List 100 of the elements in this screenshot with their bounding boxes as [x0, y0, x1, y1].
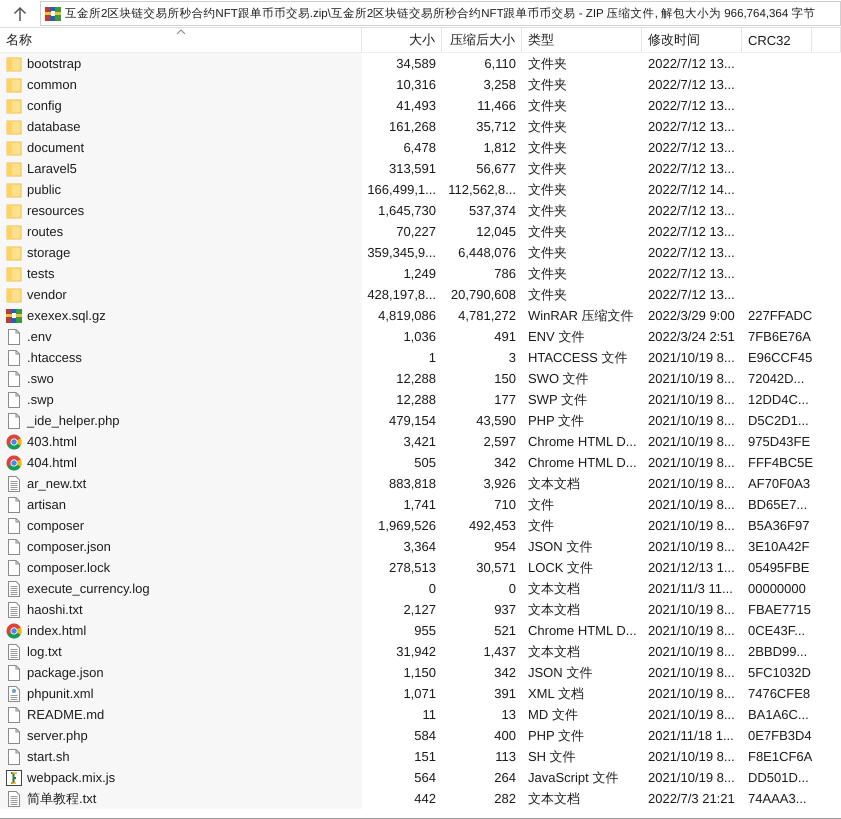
column-header[interactable]: 名称 [0, 28, 362, 52]
file-name-cell[interactable]: resources [0, 200, 362, 221]
file-icon [6, 518, 22, 534]
table-cell-text: 1,645,730 [377, 202, 437, 220]
table-cell-text: 7FB6E76A [747, 328, 812, 346]
file-name-cell[interactable]: vendor [0, 284, 362, 305]
table-cell-text: 2021/10/19 8... [647, 496, 736, 514]
table-cell-text: 428,197,8... [366, 286, 437, 304]
table-cell-text: 文件夹 [527, 264, 568, 282]
table-cell-text: 883,818 [388, 475, 437, 493]
table-cell-text: 文件夹 [527, 118, 568, 136]
folder-icon [6, 160, 22, 176]
table-cell-text: F8E1CF6A [747, 748, 812, 766]
table-cell-text: 2022/7/12 13... [647, 286, 736, 304]
column-header[interactable]: 修改时间 [642, 28, 742, 52]
folder-icon [6, 98, 22, 114]
table-cell-text: 2021/10/19 8... [647, 517, 736, 535]
table-cell-text: 05495FBE [747, 559, 810, 577]
file-name-cell[interactable]: composer.json [0, 536, 362, 557]
file-name: 403.html [27, 434, 77, 449]
table-cell-text: 74AAA3... [747, 790, 808, 808]
table-cell-text: 1,969,526 [377, 517, 437, 535]
file-name-cell[interactable]: start.sh [0, 746, 362, 767]
file-name-cell[interactable]: common [0, 74, 362, 95]
file-name-cell[interactable]: document [0, 137, 362, 158]
folder-icon [6, 182, 22, 198]
file-name-cell[interactable]: composer [0, 515, 362, 536]
table-cell-text: 442 [413, 790, 437, 808]
column-header[interactable]: 类型 [522, 28, 642, 52]
file-name-cell[interactable]: routes [0, 221, 362, 242]
file-name: .htaccess [27, 350, 82, 365]
file-name-cell[interactable]: 简单教程.txt [0, 788, 362, 809]
file-name-cell[interactable]: 403.html [0, 431, 362, 452]
table-cell-text: 975D43FE [747, 433, 812, 451]
table-cell-text: 0E7FB3D4 [747, 727, 812, 745]
table-cell-text: 1,812 [482, 139, 517, 157]
file-name-cell[interactable]: database [0, 116, 362, 137]
file-name-cell[interactable]: Laravel5 [0, 158, 362, 179]
file-name-cell[interactable]: execute_currency.log [0, 578, 362, 599]
file-name-cell[interactable]: server.php [0, 725, 362, 746]
file-name-cell[interactable]: package.json [0, 662, 362, 683]
address-field[interactable]: 互金所2区块链交易所秒合约NFT跟单币币交易.zip\互金所2区块链交易所秒合约NFT跟单币币交易 - ZIP 压缩文件, 解包大小为 966,764,364 字节 [40, 1, 841, 26]
table-cell-text: 31,942 [395, 643, 437, 661]
archive-icon [6, 308, 22, 324]
file-name-cell[interactable]: .swo [0, 368, 362, 389]
sort-ascending-icon [176, 29, 186, 35]
file-name-cell[interactable]: phpunit.xml [0, 683, 362, 704]
column-header[interactable]: 压缩后大小 [442, 28, 522, 52]
table-cell-text: 2022/7/12 13... [647, 55, 736, 73]
file-name-cell[interactable]: webpack.mix.js [0, 767, 362, 788]
file-name-cell[interactable]: tests [0, 263, 362, 284]
file-name-cell[interactable]: index.html [0, 620, 362, 641]
file-name-cell[interactable]: config [0, 95, 362, 116]
table-cell-text: B5A36F97 [747, 517, 810, 535]
file-name-cell[interactable]: bootstrap [0, 53, 362, 74]
text-file-icon [6, 476, 22, 492]
table-cell-text: 1 [428, 349, 437, 367]
table-cell-text: 文本文档 [527, 600, 581, 618]
table-cell-text: 文本文档 [527, 642, 581, 660]
file-name: config [27, 98, 62, 113]
file-name-cell[interactable]: .env [0, 326, 362, 347]
table-cell-text: 1,249 [402, 265, 437, 283]
table-cell-text: 2BBD99... [747, 643, 808, 661]
file-name-cell[interactable]: artisan [0, 494, 362, 515]
table-cell-text: 491 [493, 328, 517, 346]
file-name-cell[interactable]: _ide_helper.php [0, 410, 362, 431]
column-header[interactable]: CRC32 [742, 28, 812, 52]
file-name: haoshi.txt [27, 602, 83, 617]
table-cell-text: JSON 文件 [527, 538, 594, 556]
table-cell-text: 56,677 [475, 160, 517, 178]
column-header[interactable]: 大小 [362, 28, 442, 52]
table-cell-text: 41,493 [395, 97, 437, 115]
file-name-cell[interactable]: haoshi.txt [0, 599, 362, 620]
browser-icon [6, 454, 22, 470]
file-name-cell[interactable]: README.md [0, 704, 362, 725]
file-name-cell[interactable]: exexex.sql.gz [0, 305, 362, 326]
table-cell-text: 2022/7/12 13... [647, 76, 736, 94]
file-icon [6, 350, 22, 366]
table-cell-text: 文件夹 [527, 138, 568, 156]
folder-icon [6, 224, 22, 240]
table-cell-text: 2021/10/19 8... [647, 769, 736, 787]
table-cell-text: 2022/7/12 13... [647, 265, 736, 283]
file-name: 简单教程.txt [27, 790, 96, 808]
file-name-cell[interactable]: public [0, 179, 362, 200]
table-cell-text: 1,036 [402, 328, 437, 346]
file-name-cell[interactable]: .swp [0, 389, 362, 410]
xml-file-icon [6, 686, 22, 702]
file-name: common [27, 77, 77, 92]
file-name-cell[interactable]: .htaccess [0, 347, 362, 368]
file-name-cell[interactable]: ar_new.txt [0, 473, 362, 494]
file-name-cell[interactable]: 404.html [0, 452, 362, 473]
table-cell-text: 2021/10/19 8... [647, 349, 736, 367]
table-cell-text: AF70F0A3 [747, 475, 812, 493]
table-cell-text: BD65E7... [747, 496, 808, 514]
file-name-cell[interactable]: composer.lock [0, 557, 362, 578]
file-name-cell[interactable]: storage [0, 242, 362, 263]
table-cell-text: 2021/10/19 8... [647, 370, 736, 388]
table-cell-text: DD501D... [747, 769, 810, 787]
archive-icon [45, 6, 61, 22]
file-name-cell[interactable]: log.txt [0, 641, 362, 662]
